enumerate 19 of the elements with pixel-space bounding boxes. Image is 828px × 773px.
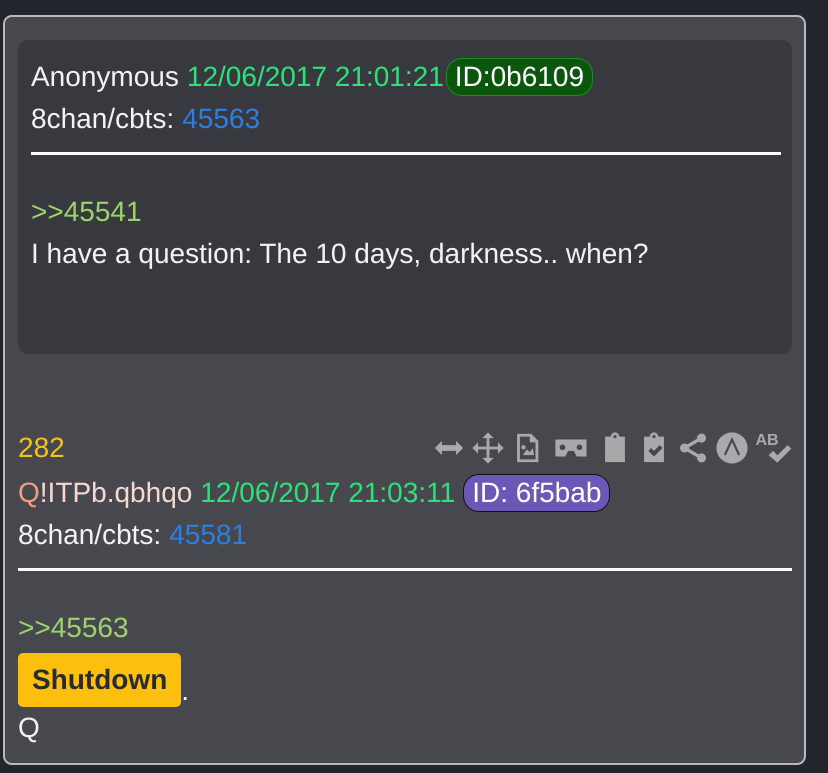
message-text: I have a question: The 10 days, darkness.. when? [31, 238, 648, 270]
post-link[interactable]: 45563 [182, 103, 260, 135]
period-text: . [181, 675, 190, 707]
post-timestamp: 12/06/2017 21:01:21 [186, 61, 444, 93]
author-name: Anonymous [31, 61, 179, 93]
poster-id-badge: ID: 6f5bab [463, 474, 610, 512]
board-label: 8chan/cbts: [31, 103, 174, 135]
reply-link[interactable]: >>45563 [18, 612, 129, 644]
letter-circle-icon[interactable] [715, 431, 749, 465]
signature-text: Q [18, 712, 40, 744]
post-number: 282 [18, 432, 65, 464]
tripcode: Q!ITPb.qbhqo [18, 477, 192, 509]
post-timestamp: 12/06/2017 21:03:11 [200, 477, 456, 509]
move-icon[interactable] [471, 431, 505, 465]
highlighted-word: Shutdown [18, 653, 182, 707]
poster-id-badge: ID:0b6109 [446, 58, 594, 96]
board-label: 8chan/cbts: [18, 519, 162, 551]
reply-link[interactable]: >>45541 [31, 196, 142, 228]
post-link[interactable]: 45581 [169, 519, 248, 551]
